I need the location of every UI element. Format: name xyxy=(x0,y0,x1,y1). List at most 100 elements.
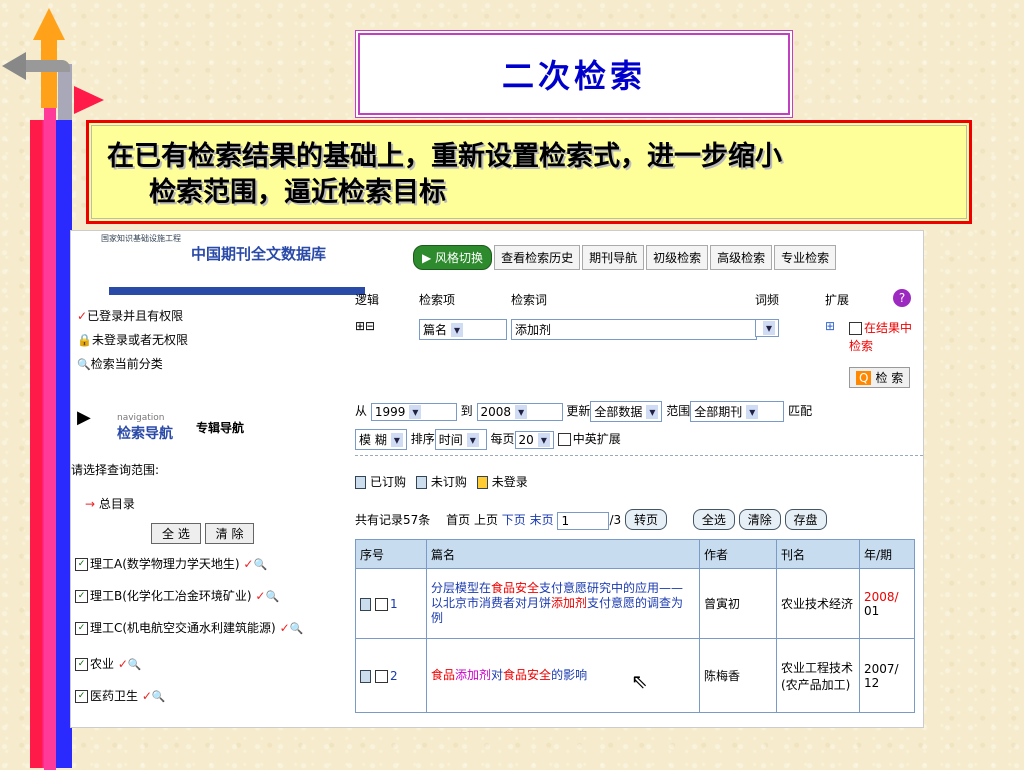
row-no-cell: 1 xyxy=(355,568,427,639)
decor-left-arrow-stem xyxy=(26,60,70,72)
subtitle-line-2: 检索范围，逼近检索目标 xyxy=(149,177,446,208)
filter-row-1: 从 1999 到 2008 更新全部数据 范围全部期刊 匹配 xyxy=(355,401,812,422)
article-title-link[interactable]: 分层模型在食品安全支付意愿研究中的应用——以北京市消费者对月饼添加剂支付意愿的调… xyxy=(426,568,700,639)
checkbox-icon: ✓ xyxy=(75,622,88,635)
col-logic: 逻辑 xyxy=(355,293,380,307)
expand-icon[interactable]: ⊞ xyxy=(825,319,835,333)
record-count: 共有记录57条 xyxy=(355,513,431,527)
help-icon[interactable]: ? xyxy=(893,289,911,307)
root-directory[interactable]: → 总目录 xyxy=(85,495,135,512)
next-page-link[interactable]: 下页 xyxy=(502,513,526,527)
clear-button[interactable]: 清 除 xyxy=(204,523,255,544)
in-results-checkbox[interactable]: 在结果中检索 xyxy=(849,319,919,355)
category-item[interactable]: ✓ 理工C(机电航空交通水利建筑能源) ✓🔍 xyxy=(75,619,303,636)
search-nav-label[interactable]: navigation 检索导航 xyxy=(117,413,173,443)
tab-style-switch[interactable]: ▶ 风格切换 xyxy=(413,245,493,270)
access-legend: 已订购 未订购 未登录 xyxy=(355,473,528,490)
search-button[interactable]: Q检 索 xyxy=(849,367,911,388)
update-select[interactable]: 全部数据 xyxy=(590,401,663,422)
author-cell[interactable]: 陈梅香 xyxy=(699,638,777,713)
slide-title: 二次检索 xyxy=(501,57,646,95)
save-results-button[interactable]: 存盘 xyxy=(784,509,827,530)
top-tabs: ▶ 风格切换 查看检索历史 期刊导航 初级检索 高级检索 专业检索 xyxy=(413,245,837,270)
from-label: 从 xyxy=(355,404,368,418)
author-cell[interactable]: 曾寅初 xyxy=(699,568,777,639)
tab-expert-search[interactable]: 专业检索 xyxy=(774,245,837,270)
check-icon: ✓ xyxy=(114,657,128,671)
col-freq: 词频 xyxy=(755,293,780,307)
magnifier-icon: 🔍 xyxy=(151,690,166,703)
slide-subtitle: 在已有检索结果的基础上，重新设置检索式，进一步缩小 检索范围，逼近检索目标 xyxy=(107,139,957,211)
tab-advanced-search[interactable]: 高级检索 xyxy=(710,245,773,270)
category-item[interactable]: ✓ 理工B(化学化工冶金环境矿业) ✓🔍 xyxy=(75,587,279,604)
category-item[interactable]: ✓ 理工A(数学物理力学天地生) ✓🔍 xyxy=(75,555,267,572)
match-label: 匹配 xyxy=(788,404,813,418)
to-year-select[interactable]: 2008 xyxy=(476,402,563,421)
tab-search-history[interactable]: 查看检索历史 xyxy=(494,245,581,270)
journal-cell[interactable]: 农业技术经济 xyxy=(776,568,860,639)
article-title-link[interactable]: 食品添加剂对食品安全的影响 xyxy=(426,638,700,713)
go-page-button[interactable]: 转页 xyxy=(625,509,668,530)
prev-page-link[interactable]: 上页 xyxy=(474,513,498,527)
play-icon[interactable]: ▶ xyxy=(77,407,91,428)
table-header-row: 序号 篇名 作者 刊名 年/期 xyxy=(355,539,915,569)
header-author[interactable]: 作者 xyxy=(699,539,777,569)
check-icon: ✓ xyxy=(275,621,290,635)
header-title[interactable]: 篇名 xyxy=(426,539,700,569)
tab-basic-search[interactable]: 初级检索 xyxy=(646,245,709,270)
sort-select[interactable]: 时间 xyxy=(434,429,487,450)
magnifier-icon: 🔍 xyxy=(77,358,91,371)
select-all-results-button[interactable]: 全选 xyxy=(692,509,735,530)
clear-results-button[interactable]: 清除 xyxy=(738,509,781,530)
decor-up-arrow-icon xyxy=(33,8,65,40)
slide-title-box: 二次检索 xyxy=(358,33,790,115)
select-all-button[interactable]: 全 选 xyxy=(151,523,201,544)
notlogged-doc-icon xyxy=(476,476,488,489)
cn-en-checkbox[interactable] xyxy=(557,433,571,446)
col-term: 检索词 xyxy=(511,293,548,307)
journal-cell[interactable]: 农业工程技术(农产品加工) xyxy=(776,638,860,713)
subscribed-doc-icon xyxy=(355,476,366,489)
check-icon: ✓ xyxy=(138,689,152,703)
checkbox-icon: ✓ xyxy=(75,590,88,603)
tab-journal-nav[interactable]: 期刊导航 xyxy=(582,245,645,270)
subtitle-line-1: 在已有检索结果的基础上，重新设置检索式，进一步缩小 xyxy=(107,141,782,172)
page-total: /3 xyxy=(609,513,622,527)
term-input[interactable]: 添加剂 xyxy=(511,319,757,340)
match-select[interactable]: 模 糊 xyxy=(355,429,407,450)
page-input[interactable]: 1 xyxy=(557,511,610,530)
header-no[interactable]: 序号 xyxy=(355,539,427,569)
field-select[interactable]: 篇名 xyxy=(419,319,507,340)
row-checkbox[interactable] xyxy=(375,597,388,611)
col-field: 检索项 xyxy=(419,293,456,307)
magnifier-icon: 🔍 xyxy=(289,622,304,635)
scope-buttons: 全 选 清 除 xyxy=(151,523,255,544)
category-item[interactable]: ✓ 医药卫生 ✓🔍 xyxy=(75,687,166,704)
cnki-logo: 国家知识基础设施工程 xyxy=(101,234,181,243)
per-page-select[interactable]: 20 xyxy=(514,430,554,449)
freq-select[interactable] xyxy=(755,319,779,337)
login-status-1: ✓已登录并且有权限 xyxy=(77,309,184,323)
last-page-link[interactable]: 末页 xyxy=(530,513,554,527)
range-select[interactable]: 全部期刊 xyxy=(690,401,785,422)
category-item[interactable]: ✓ 农业 ✓🔍 xyxy=(75,655,142,672)
from-year-select[interactable]: 1999 xyxy=(370,402,457,421)
sort-label: 排序 xyxy=(410,432,435,446)
update-label: 更新 xyxy=(566,404,591,418)
year-issue-cell: 2008/01 xyxy=(859,568,915,639)
journal-nav-label[interactable]: 专辑导航 xyxy=(196,419,244,436)
col-expand: 扩展 xyxy=(825,293,850,307)
row-checkbox[interactable] xyxy=(375,669,388,683)
arrow-right-icon: → xyxy=(85,497,96,511)
row-no-cell: 2 xyxy=(355,638,427,713)
magnifier-icon: 🔍 xyxy=(127,658,142,671)
search-col-headers: 逻辑 检索项 检索词 词频 扩展 ? xyxy=(355,289,911,308)
header-year-issue[interactable]: 年/期 xyxy=(859,539,915,569)
magnifier-icon: 🔍 xyxy=(253,558,268,571)
db-title: 中国期刊全文数据库 xyxy=(191,245,327,263)
decor-right-arrow-icon xyxy=(74,86,104,114)
first-page-link[interactable]: 首页 xyxy=(446,513,470,527)
header-journal[interactable]: 刊名 xyxy=(776,539,860,569)
unsubscribed-doc-icon xyxy=(415,476,427,489)
logic-add-remove[interactable]: ⊞⊟ xyxy=(355,319,375,333)
